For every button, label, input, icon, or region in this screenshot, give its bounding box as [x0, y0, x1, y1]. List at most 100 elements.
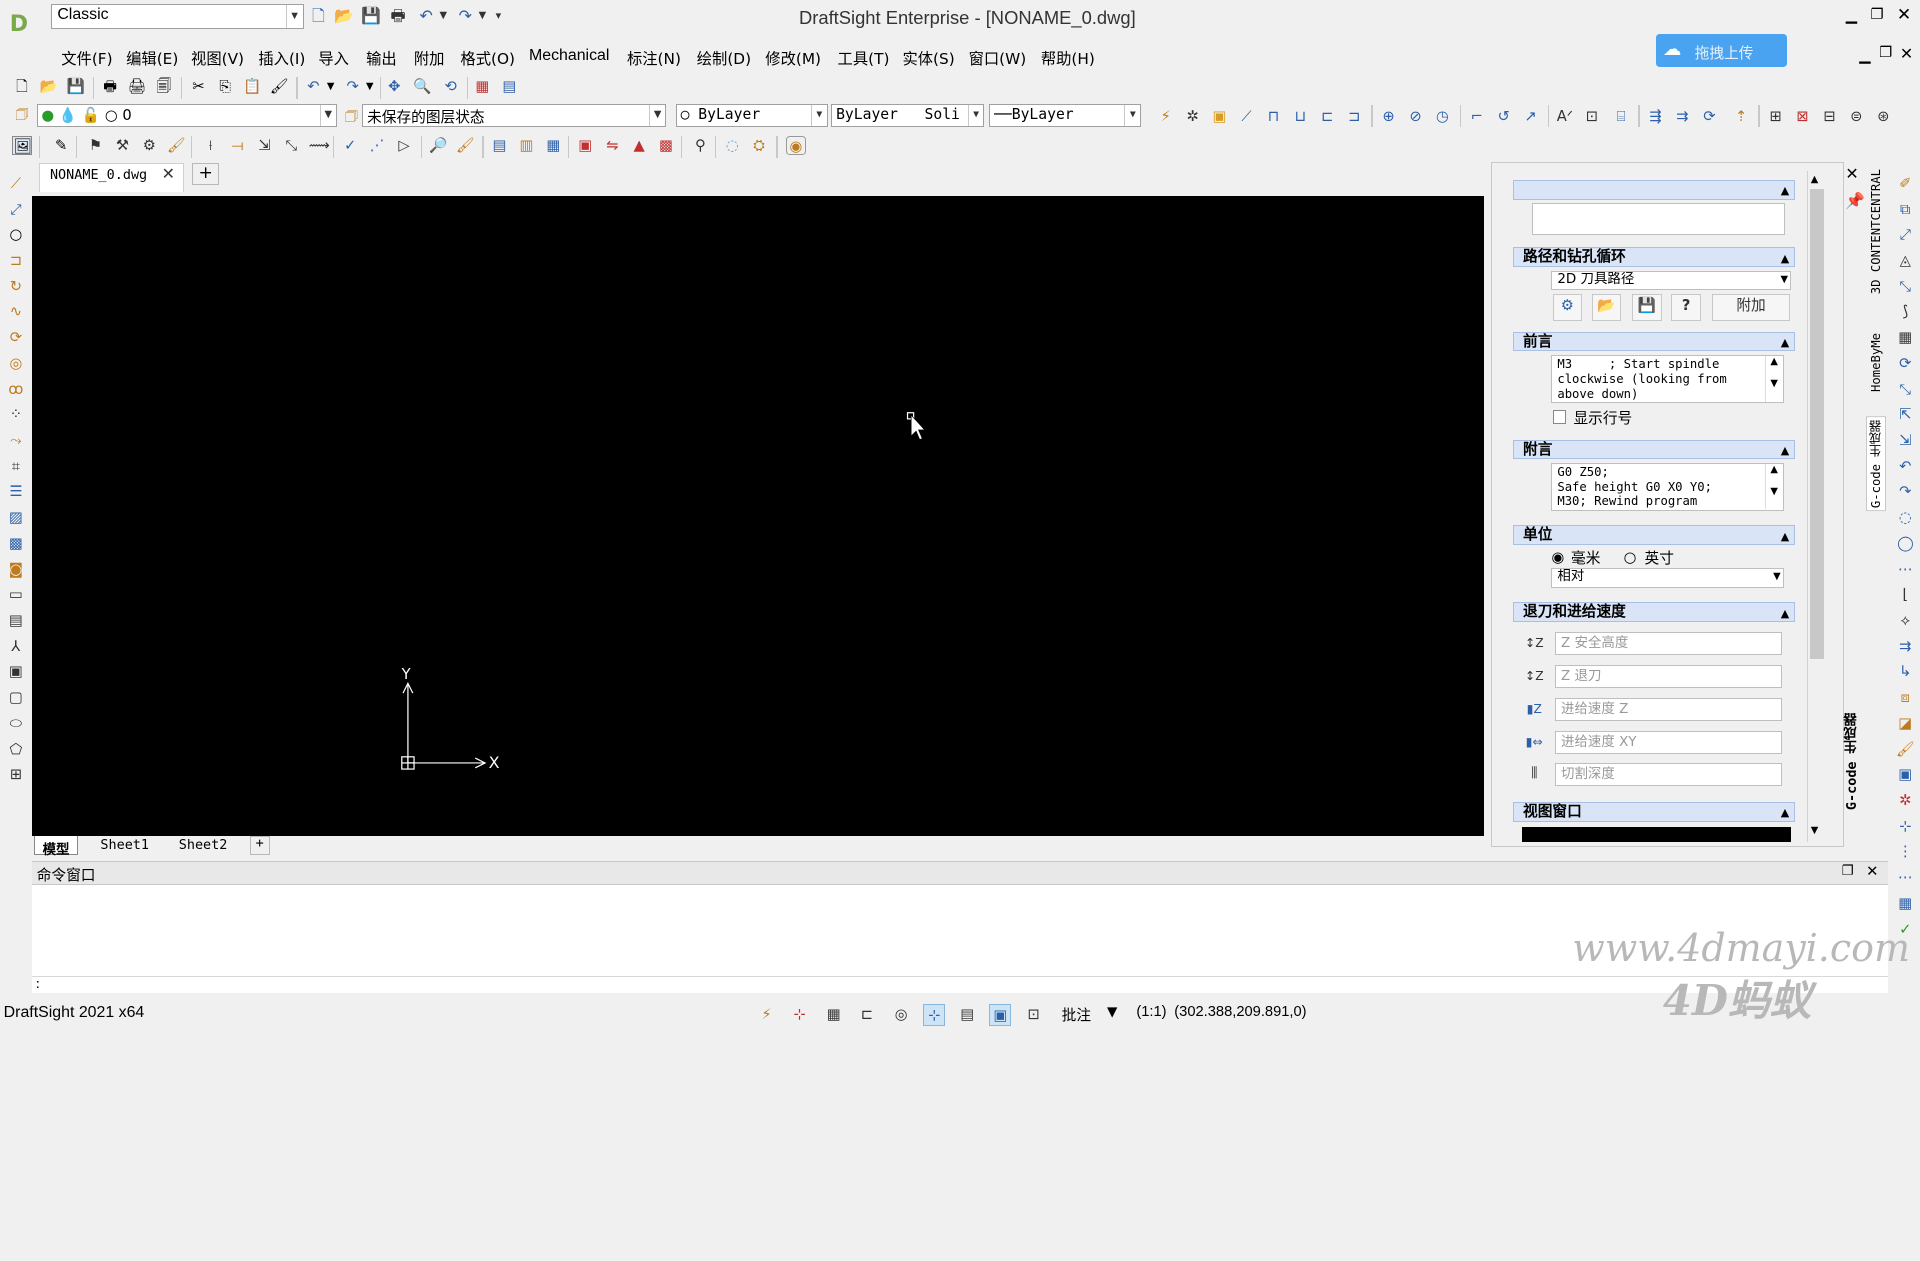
model-space-icon[interactable]: ⊡ — [1022, 1004, 1044, 1026]
menu-solid[interactable]: 实体(S) — [902, 47, 954, 69]
open-folder-icon[interactable]: 📂 — [1591, 293, 1622, 321]
menu-export[interactable]: 输出 — [366, 47, 397, 69]
smart-dimension-icon[interactable]: Aᐟ — [1555, 107, 1575, 127]
arc-icon[interactable]: ↻ — [6, 277, 26, 297]
grid-display-icon[interactable]: ▦ — [823, 1004, 845, 1026]
linear-dimension-icon[interactable]: ⟋ — [1237, 107, 1257, 127]
sheet-tab-sheet2[interactable]: Sheet2 — [171, 836, 234, 854]
unit-mm-radio[interactable]: ◉ — [1551, 549, 1564, 566]
freehand-icon[interactable]: ⤳ — [6, 431, 26, 451]
path-section-header[interactable]: 路径和钻孔循环 ▲ — [1513, 247, 1796, 268]
break-object-icon[interactable]: ◌ — [1896, 508, 1916, 528]
snap-mode-icon[interactable]: ⚡ — [756, 1004, 778, 1026]
tool-icon[interactable]: ⚙ — [140, 136, 160, 156]
gradient-icon[interactable]: ▩ — [6, 534, 26, 554]
globe-icon[interactable]: ◌ — [722, 136, 742, 156]
esnap-icon[interactable]: ⊹ — [923, 1004, 946, 1027]
paint-icon[interactable]: 🖌 — [1896, 740, 1916, 760]
note-icon[interactable]: ▤ — [6, 611, 26, 631]
scroll-thumb[interactable] — [1809, 188, 1825, 659]
workspace-select[interactable]: Classic ▼ — [51, 3, 304, 30]
doc-restore-icon[interactable]: ❐ — [1875, 44, 1897, 61]
menu-draw[interactable]: 绘制(D) — [697, 47, 751, 69]
unit-inch-radio[interactable]: ○ — [1624, 549, 1637, 566]
gcode-generator-side-tab[interactable]: G-code 生成器 — [1843, 713, 1863, 810]
z-safe-height-input[interactable]: Z 安全高度 — [1555, 631, 1782, 656]
collapse-icon[interactable]: ▲ — [1781, 334, 1789, 352]
polar-icon[interactable]: ◎ — [890, 1004, 912, 1026]
chevron-down-icon[interactable]: ▼ — [1107, 1005, 1117, 1020]
lineweight-select[interactable]: ──ByLayer ▼ — [989, 104, 1142, 128]
collapse-icon[interactable]: ▲ — [1781, 182, 1789, 200]
join-object-icon[interactable]: ◯ — [1896, 534, 1916, 554]
redo-dropdown-icon[interactable]: ▼ — [360, 77, 380, 97]
open-folder-icon[interactable]: 📂 — [334, 6, 354, 26]
offset-icon[interactable]: ◬ — [1896, 251, 1916, 271]
save-icon[interactable]: 💾 — [361, 6, 381, 26]
match-properties-icon[interactable]: 🖌 — [269, 77, 289, 97]
tolerance-icon[interactable]: ⊡ — [1582, 107, 1602, 127]
drawing-check-icon[interactable]: ▣ — [576, 136, 596, 156]
new-file-icon[interactable]: 🗋 — [309, 6, 329, 26]
radius-dimension-icon[interactable]: ⊕ — [1379, 107, 1399, 127]
drawing-canvas[interactable]: Y X — [31, 195, 1485, 837]
preamble-textarea[interactable]: M3 ; Start spindle clockwise (looking fr… — [1551, 355, 1785, 403]
command-window-close-icon[interactable]: ✕ — [1866, 863, 1878, 880]
layer-states-icon[interactable]: 🗇 — [342, 107, 362, 127]
sheet-tab-sheet1[interactable]: Sheet1 — [93, 836, 156, 854]
grid-table-icon[interactable]: ▦ — [544, 136, 564, 156]
table-style-icon[interactable]: ▥ — [517, 136, 537, 156]
sheet-tab-model[interactable]: 模型 — [34, 836, 78, 858]
chevron-down-icon[interactable]: ▼ — [967, 105, 984, 126]
collapse-icon[interactable]: ▲ — [1781, 250, 1789, 268]
aligned-dimension-icon[interactable]: ⊓ — [1264, 107, 1284, 127]
chevron-down-icon[interactable]: ▼ — [810, 105, 827, 126]
preamble-scrollbar[interactable]: ▲ ▼ — [1764, 356, 1783, 402]
center-mark-icon[interactable]: ⌸ — [1611, 107, 1631, 127]
revolve-icon[interactable]: ⟳ — [6, 328, 26, 348]
stretch-object-icon[interactable]: ⇱ — [1896, 405, 1916, 425]
layer-state-select[interactable]: 未保存的图层状态 ▼ — [362, 104, 667, 128]
break-icon[interactable]: ⊠ — [1793, 107, 1813, 127]
grid-icon[interactable]: ⋯ — [1896, 868, 1916, 888]
scale-icon[interactable]: ⤡ — [282, 136, 302, 156]
osnap-icon[interactable]: ✲ — [1183, 107, 1203, 127]
brush-alt-icon[interactable]: 🖌 — [456, 136, 476, 156]
chevron-down-icon[interactable]: ▼ — [285, 4, 303, 28]
preamble-section-header[interactable]: 前言 ▲ — [1513, 331, 1796, 352]
postamble-scrollbar[interactable]: ▲ ▼ — [1764, 464, 1783, 510]
erase-icon[interactable]: ✐ — [1896, 174, 1916, 194]
doc-close-icon[interactable]: ✕ — [1896, 44, 1918, 63]
postamble-section-header[interactable]: 附言 ▲ — [1513, 439, 1796, 460]
copy-icon[interactable]: ⎘ — [216, 77, 236, 97]
append-button[interactable]: 附加 — [1711, 293, 1791, 321]
menu-addons[interactable]: 附加 — [414, 47, 445, 69]
continue-dimension-icon[interactable]: ⊏ — [1318, 107, 1338, 127]
override-icon[interactable]: ⊛ — [1873, 107, 1893, 127]
attribute-icon[interactable]: ⅄ — [6, 637, 26, 657]
lineweight-display-icon[interactable]: ▣ — [989, 1004, 1012, 1027]
spline-icon[interactable]: ∿ — [6, 302, 26, 322]
baseline-dimension-icon[interactable]: ⊔ — [1291, 107, 1311, 127]
layer-select[interactable]: ● 💧 🔓 ○ 0 ▼ — [36, 104, 337, 128]
distribute-icon[interactable]: ⋮ — [1896, 842, 1916, 862]
feed-z-input[interactable]: 进给速度 Z — [1555, 697, 1782, 722]
layer-tools-icon[interactable]: ▣ — [1896, 765, 1916, 785]
dimension-edit-icon[interactable]: ⇶ — [1646, 107, 1666, 127]
lengthen-object-icon[interactable]: ⇲ — [1896, 431, 1916, 451]
revision-cloud-icon[interactable]: ꝏ — [6, 380, 26, 400]
chevron-down-icon[interactable]: ▼ — [649, 105, 666, 126]
edit-polyline-icon[interactable]: ⇉ — [1896, 637, 1916, 657]
stretch-icon[interactable]: ⇲ — [255, 136, 275, 156]
settings-gear-icon[interactable]: ⚙ — [1552, 293, 1583, 321]
menu-mechanical[interactable]: Mechanical — [529, 47, 609, 65]
reference-icon[interactable]: ⛭ — [749, 136, 769, 156]
ellipse-arc-icon[interactable]: ◎ — [6, 354, 26, 374]
command-input[interactable]: : — [31, 975, 1889, 994]
dimension-text-edit-icon[interactable]: ⇉ — [1673, 107, 1693, 127]
trim-object-icon[interactable]: ↶ — [1896, 457, 1916, 477]
extend-object-icon[interactable]: ↷ — [1896, 482, 1916, 502]
menu-modify[interactable]: 修改(M) — [765, 47, 821, 69]
menu-dimension[interactable]: 标注(N) — [627, 47, 681, 69]
region-icon[interactable]: ◙ — [6, 560, 26, 580]
